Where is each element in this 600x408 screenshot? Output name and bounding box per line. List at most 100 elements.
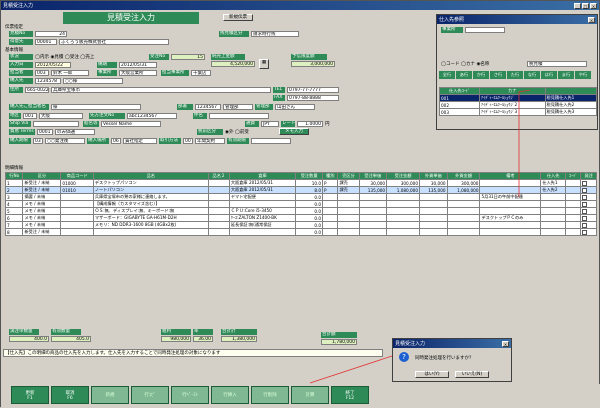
tanto-code[interactable]: 003	[35, 70, 49, 76]
fkey-2[interactable]: 新規	[91, 386, 129, 404]
dialog-close-icon[interactable]: ×	[502, 340, 509, 347]
table-cell	[564, 200, 582, 208]
table-cell[interactable]: 0.0	[295, 200, 324, 208]
dialog-yes-button[interactable]: はい(Y)	[415, 371, 449, 378]
table-cell[interactable]: 0.0	[295, 214, 324, 222]
fkey-1[interactable]: 取消 F6	[51, 386, 89, 404]
fkey-5[interactable]: 行挿入	[211, 386, 249, 404]
table-cell[interactable]: 0.0	[295, 193, 324, 201]
minimize-icon[interactable]: _	[574, 2, 581, 9]
section-kihon: 基本情報	[5, 48, 23, 53]
order-checkbox[interactable]	[582, 180, 588, 186]
table-cell: 300,000	[446, 179, 481, 187]
tel-field[interactable]: 0797-77-7777	[287, 87, 339, 93]
supplier-search-input[interactable]: 税見積	[527, 61, 587, 67]
table-cell	[228, 228, 297, 236]
torihiki-code[interactable]: 00	[183, 138, 193, 144]
table-cell[interactable]	[540, 214, 566, 222]
order-checkbox[interactable]	[582, 222, 588, 228]
table-cell	[580, 214, 597, 222]
table-cell[interactable]	[540, 221, 566, 229]
rate-field[interactable]: 1.0000	[297, 121, 323, 127]
supplier-close-icon[interactable]: ×	[588, 16, 595, 23]
kenmei-field[interactable]	[209, 113, 269, 119]
close-icon[interactable]: ×	[590, 2, 597, 9]
table-cell[interactable]: 0.0	[295, 228, 324, 236]
table-cell	[419, 221, 448, 229]
tokuisaki-code[interactable]: 00001	[35, 39, 57, 45]
nohin-basho-text: 貴社指定	[123, 138, 157, 144]
kanryo-select[interactable]: 請求時行残	[251, 31, 299, 37]
supplier-row[interactable]: 001 ｱｲﾃﾞｨｰｴﾑﾂｰﾙｼｮｳｼﾞ 税見積仕入先1	[439, 94, 597, 102]
memo-button[interactable]: メモ入力	[279, 128, 309, 135]
jokyo-radios[interactable]: ◯内示 ◉見積 ◯受注 ◯売上	[35, 54, 94, 60]
busho-code[interactable]: 1234567	[195, 104, 221, 110]
fkey-6[interactable]: 行削除	[251, 386, 289, 404]
supplier-tab[interactable]: さ行	[490, 71, 506, 79]
table-cell: 4	[4, 200, 24, 208]
table-cell[interactable]: 0.0	[295, 207, 324, 215]
table-cell[interactable]: 0.0	[295, 221, 324, 229]
supplier-tab[interactable]: か行	[473, 71, 489, 79]
fkey-3[interactable]: 行ｺﾋﾟ	[131, 386, 169, 404]
supplier-search-mode[interactable]: ◯コード ◯カナ ◉名称	[441, 61, 489, 67]
dialog-no-button[interactable]: いいえ(N)	[455, 371, 489, 378]
yuko-field[interactable]	[251, 138, 291, 144]
nohin-tanto-field[interactable]: 様	[51, 104, 141, 110]
ritsu-value: 36.00	[193, 336, 213, 342]
fkey-0[interactable]: 更新 F1	[11, 386, 49, 404]
table-cell[interactable]	[540, 207, 566, 215]
fkey-7[interactable]: 計算	[291, 386, 329, 404]
yakushoku-field[interactable]: 山田さん	[275, 104, 315, 110]
supplier-tab[interactable]: な行	[524, 71, 540, 79]
order-checkbox[interactable]	[582, 208, 588, 214]
table-cell[interactable]: 8.0	[295, 186, 324, 194]
table-cell	[207, 186, 230, 194]
nohin-kbn-code[interactable]: 03	[33, 138, 43, 144]
saki-chumon-field[interactable]: abc1234567	[127, 113, 177, 119]
order-checkbox[interactable]	[582, 194, 588, 200]
table-cell[interactable]: 仕入先2	[540, 186, 566, 194]
table-cell[interactable]: 10.0	[295, 179, 324, 187]
table-cell[interactable]	[540, 228, 566, 236]
fkey-8[interactable]: 終了 F12	[331, 386, 369, 404]
supplier-tab[interactable]: は行	[541, 71, 557, 79]
supplier-row[interactable]: 003 ｱｲﾃﾞｨｰｴﾑﾂｰﾙｼｮｳｼﾞ3 税見積仕入先3	[439, 108, 597, 116]
nohin-code[interactable]: 1234578	[35, 78, 61, 84]
nyuryoku-date[interactable]: 2012/05/22	[35, 62, 71, 68]
shipvia-field[interactable]	[33, 121, 79, 127]
supplier-tab[interactable]: あ行	[456, 71, 472, 79]
chiku-code[interactable]: 001	[23, 113, 37, 119]
calc-icon[interactable]: ▦	[259, 59, 269, 69]
zip-field[interactable]: 665-0022	[25, 87, 49, 93]
order-checkbox[interactable]	[582, 201, 588, 207]
table-cell[interactable]: 仕入先1	[540, 179, 566, 187]
order-checkbox[interactable]	[582, 187, 588, 193]
maximize-icon[interactable]: □	[582, 2, 589, 9]
table-cell: 新受注 / 未納	[22, 228, 62, 236]
table-cell	[207, 200, 230, 208]
supplier-tab[interactable]: 全行	[439, 71, 455, 79]
fkey-4[interactable]: 行ﾍﾟｰｽﾄ	[171, 386, 209, 404]
fax-field[interactable]: 0797-88-8888	[287, 95, 339, 101]
noki-date[interactable]: 2012/05/31	[119, 62, 157, 68]
senmei-field[interactable]: Vessel Name	[101, 121, 161, 127]
zei-radios[interactable]: ◉外 ◯前受	[225, 129, 249, 135]
mitsumori-field[interactable]: 24	[35, 31, 67, 37]
supplier-tab[interactable]: ま行	[558, 71, 574, 79]
supplier-tab[interactable]: や行	[575, 71, 591, 79]
order-checkbox[interactable]	[582, 229, 588, 235]
order-checkbox[interactable]	[582, 215, 588, 221]
supplier-jigyosho-select[interactable]	[465, 27, 505, 33]
supplier-row[interactable]: 002 ｱｲﾃﾞｨｰｴﾑﾂｰﾙｼｮｳｼﾞ2 税見積仕入先2	[439, 101, 597, 109]
address-field[interactable]: 兵庫県宝塚市	[51, 87, 271, 93]
fkey-label: 行ｺﾋﾟ	[144, 393, 156, 398]
table-cell	[446, 221, 481, 229]
table-cell[interactable]	[540, 193, 566, 201]
table-cell[interactable]	[540, 200, 566, 208]
boeki-code[interactable]: 0001	[37, 129, 53, 135]
nohin-basho-code[interactable]: 06	[111, 138, 121, 144]
tsuka-select[interactable]: JPY	[261, 121, 279, 127]
confirm-dialog: 見積受注入力 × ? 同時発注処理を行いますか？ はい(Y) いいえ(N)	[392, 338, 512, 382]
supplier-tab[interactable]: た行	[507, 71, 523, 79]
